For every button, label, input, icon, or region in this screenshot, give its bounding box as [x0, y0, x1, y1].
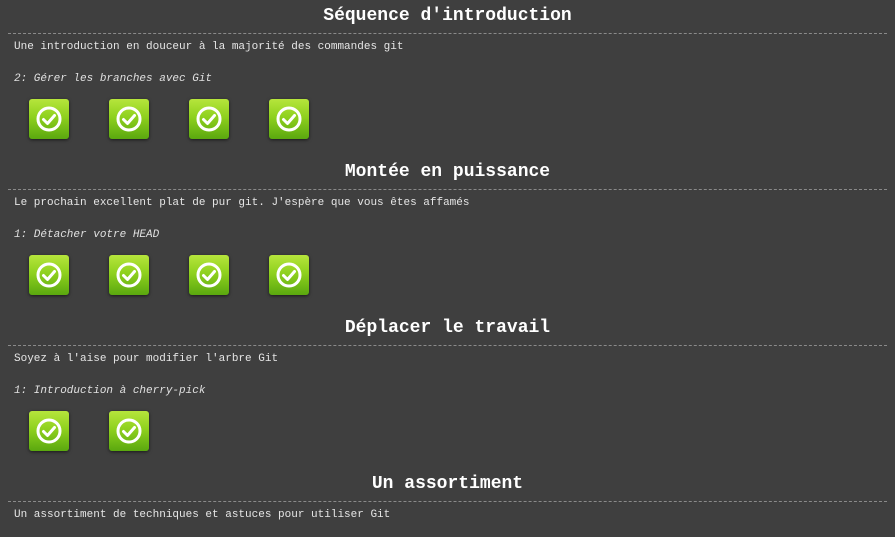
current-level-name: 2: Gérer les branches avec Git [14, 73, 213, 85]
level-button-4[interactable] [269, 255, 309, 295]
sequence-description: Un assortiment de techniques et astuces … [14, 509, 391, 521]
sequence-divider [8, 189, 887, 190]
sequence-description: Soyez à l'aise pour modifier l'arbre Git [14, 353, 279, 365]
level-buttons [29, 411, 149, 453]
level-button-1[interactable] [29, 255, 69, 295]
level-buttons [29, 255, 309, 297]
level-button-2[interactable] [109, 255, 149, 295]
sequence-description: Une introduction en douceur à la majorit… [14, 41, 404, 53]
level-button-2[interactable] [109, 99, 149, 139]
level-button-2[interactable] [109, 411, 149, 451]
check-circle-icon [115, 261, 143, 289]
level-button-3[interactable] [189, 255, 229, 295]
sequence-divider [8, 33, 887, 34]
check-circle-icon [195, 105, 223, 133]
check-circle-icon [275, 261, 303, 289]
level-button-1[interactable] [29, 411, 69, 451]
level-button-1[interactable] [29, 99, 69, 139]
check-circle-icon [35, 261, 63, 289]
sequence-divider [8, 501, 887, 502]
check-circle-icon [115, 417, 143, 445]
sequence-title: Déplacer le travail [344, 318, 551, 338]
check-circle-icon [35, 417, 63, 445]
sequence-title: Montée en puissance [344, 162, 551, 182]
sequence-title: Séquence d'introduction [323, 6, 572, 26]
check-circle-icon [35, 105, 63, 133]
current-level-name: 1: Introduction à cherry-pick [14, 385, 206, 397]
level-button-4[interactable] [269, 99, 309, 139]
sequence-divider [8, 345, 887, 346]
check-circle-icon [115, 105, 143, 133]
level-buttons [29, 99, 309, 141]
current-level-name: 1: Détacher votre HEAD [14, 229, 160, 241]
level-button-3[interactable] [189, 99, 229, 139]
check-circle-icon [275, 105, 303, 133]
check-circle-icon [195, 261, 223, 289]
sequence-description: Le prochain excellent plat de pur git. J… [14, 197, 470, 209]
sequence-title: Un assortiment [371, 474, 524, 494]
